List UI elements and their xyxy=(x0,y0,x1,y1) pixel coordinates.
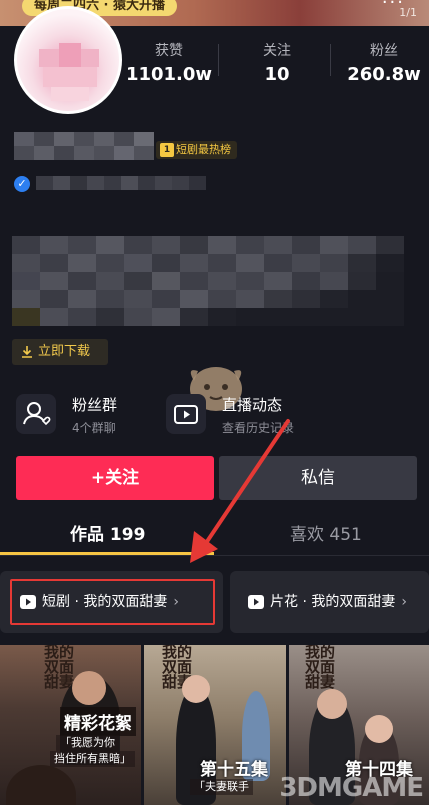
fans-group-icon xyxy=(16,394,56,434)
message-button[interactable]: 私信 xyxy=(219,456,417,500)
follow-button[interactable]: +关注 xyxy=(16,456,214,500)
live-replay-card[interactable]: 直播动态 查看历史记录 xyxy=(166,386,366,442)
collection-trailer[interactable]: 片花 · 我的双面甜妻 › xyxy=(230,571,429,633)
thumb-quote: 「我愿为你 xyxy=(56,735,119,751)
thumb-face xyxy=(317,689,347,719)
stat-label: 获赞 xyxy=(155,43,183,59)
stat-following[interactable]: 关注 10 xyxy=(232,40,322,85)
blurred-bio xyxy=(12,236,404,326)
playlist-icon xyxy=(20,595,36,609)
card-subtitle: 查看历史记录 xyxy=(222,421,295,435)
collection-drama[interactable]: 短剧 · 我的双面甜妻 › xyxy=(0,571,223,633)
stat-label: 关注 xyxy=(263,43,291,59)
card-title: 直播动态 xyxy=(222,396,283,414)
card-title: 粉丝群 xyxy=(72,396,118,414)
download-label: 立即下载 xyxy=(38,344,91,359)
collection-label: 短剧 · 我的双面甜妻 xyxy=(42,594,168,610)
rank-crown-icon: 1 xyxy=(160,143,174,157)
tab-active-indicator xyxy=(0,552,214,555)
thumb-face xyxy=(182,675,210,703)
video-thumbnail[interactable]: 我的双面甜妻 精彩花絮 「我愿为你 挡住所有黑暗」 xyxy=(0,645,141,805)
stat-value: 1101.0w xyxy=(125,64,213,85)
tab-works[interactable]: 作品 199 xyxy=(70,520,145,545)
stat-followers[interactable]: 粉丝 260.8w xyxy=(339,40,429,85)
verified-icon: ✓ xyxy=(14,176,30,192)
video-thumbnail[interactable]: 我的双面甜妻 第十五集 「夫妻联手 xyxy=(144,645,286,805)
fans-group-card[interactable]: 粉丝群 4个群聊 xyxy=(16,386,166,442)
thumb-quote: 「夫妻联手 xyxy=(190,779,253,795)
download-button[interactable]: 立即下载 xyxy=(12,339,108,365)
thumb-face xyxy=(72,671,106,705)
thumb-caption: 精彩花絮 xyxy=(60,707,136,736)
stat-divider xyxy=(330,44,331,76)
playlist-icon xyxy=(248,595,264,609)
avatar[interactable] xyxy=(14,6,122,114)
live-replay-icon xyxy=(166,394,206,434)
stat-value: 10 xyxy=(264,64,290,85)
chevron-right-icon: › xyxy=(401,594,407,610)
thumb-figure xyxy=(6,765,76,805)
hot-rank-badge[interactable]: 1 短剧最热榜 xyxy=(156,141,237,159)
blurred-username xyxy=(14,132,154,160)
tab-likes[interactable]: 喜欢 451 xyxy=(290,520,362,545)
thumb-caption: 第十五集 xyxy=(200,760,268,780)
chevron-right-icon: › xyxy=(173,594,179,610)
thumb-series-title: 我的双面甜妻 xyxy=(305,645,336,691)
banner-page-indicator: 1/1 xyxy=(399,6,417,19)
card-subtitle: 4个群聊 xyxy=(72,421,116,435)
watermark-logo: 3DMGAME xyxy=(279,773,424,803)
download-icon xyxy=(22,346,32,358)
stat-value: 260.8w xyxy=(347,64,421,85)
blurred-verification-text xyxy=(36,176,206,190)
collection-label: 片花 · 我的双面甜妻 xyxy=(270,594,396,610)
thumb-quote: 挡住所有黑暗」 xyxy=(50,751,135,767)
stat-divider xyxy=(218,44,219,76)
thumb-face xyxy=(365,715,393,743)
stat-label: 粉丝 xyxy=(370,43,398,59)
stat-likes[interactable]: 获赞 1101.0w xyxy=(124,40,214,85)
rank-badge-label: 短剧最热榜 xyxy=(176,143,231,156)
tab-divider xyxy=(0,555,429,556)
